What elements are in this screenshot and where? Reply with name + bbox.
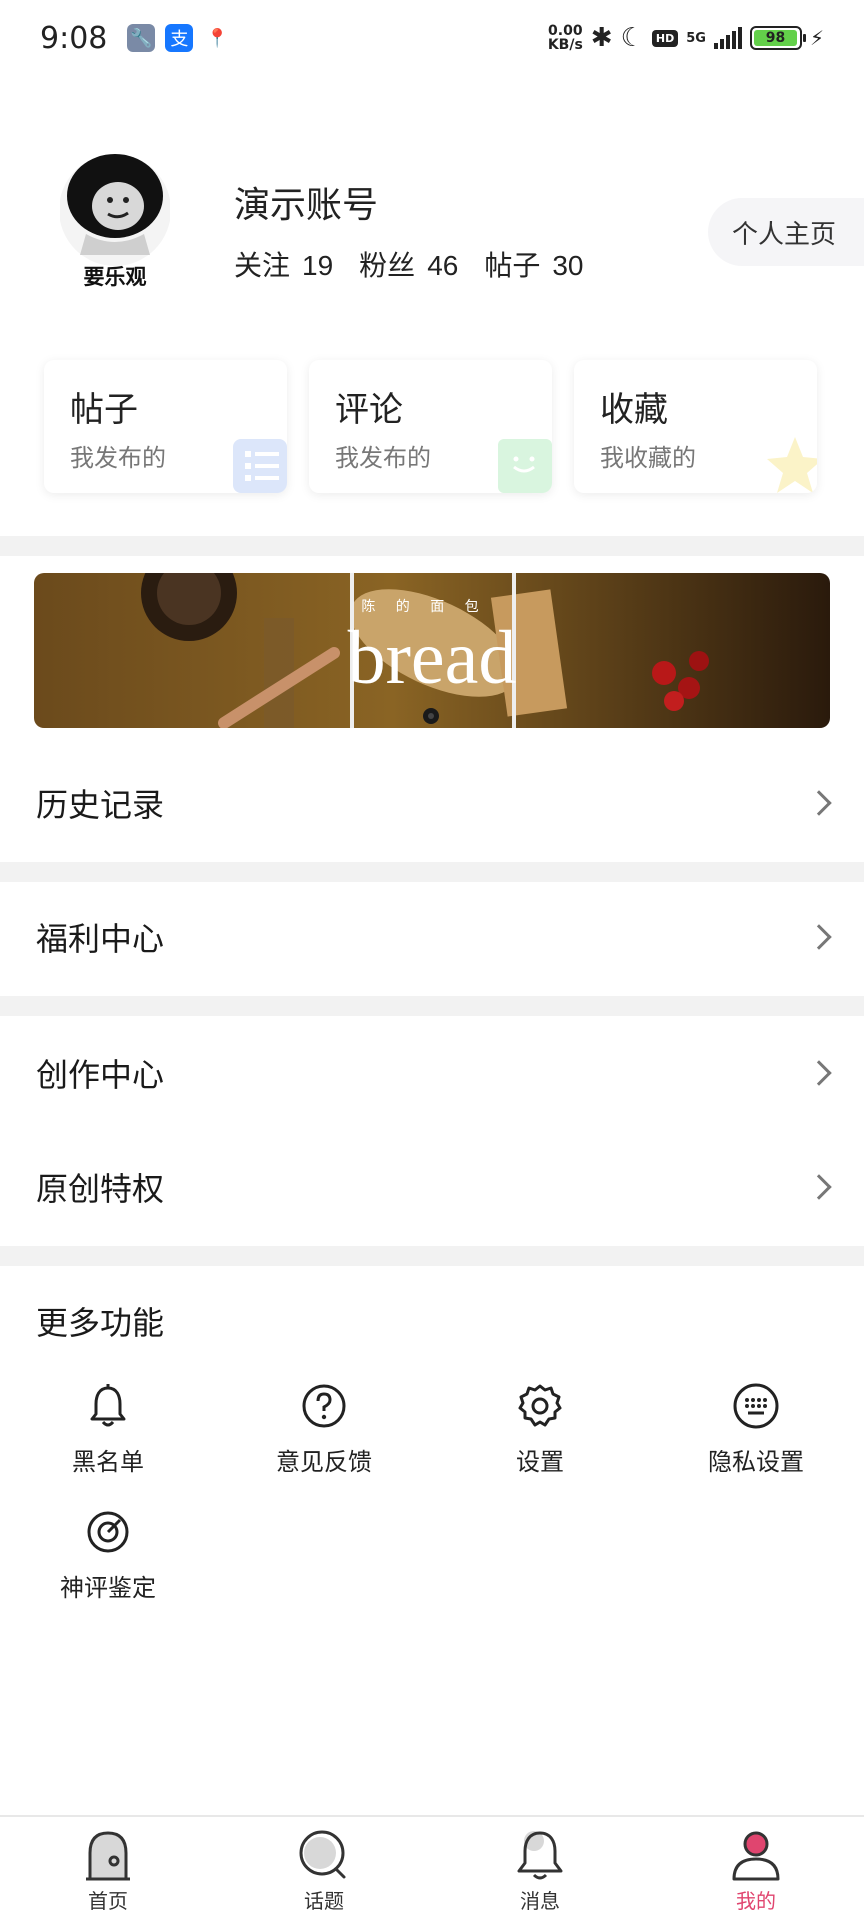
menu-original[interactable]: 原创特权 [0, 1134, 864, 1240]
more-features-title: 更多功能 [36, 1304, 165, 1342]
chevron-right-icon [806, 924, 832, 950]
quick-cards: 帖子 我发布的 评论 我发布的 收藏 我收藏的 [44, 360, 817, 493]
profile-stats: 关注 19 粉丝 46 帖子 30 [234, 244, 610, 284]
bluetooth-icon: ✱ [590, 23, 613, 53]
stat-fans[interactable]: 粉丝 46 [359, 244, 458, 284]
more-item-privacy[interactable]: 隐私设置 [666, 1382, 846, 1477]
tab-home[interactable]: 首页 [0, 1817, 216, 1920]
menu-label: 福利中心 [36, 920, 165, 958]
keyboard-icon [733, 1383, 779, 1429]
network-speed: 0.00 KB/s [547, 23, 583, 53]
target-icon [87, 1511, 129, 1553]
card-subtitle: 我发布的 [335, 444, 431, 472]
tab-label: 话题 [304, 1889, 344, 1913]
grid-label: 设置 [516, 1448, 564, 1476]
card-subtitle: 我发布的 [70, 444, 166, 472]
avatar-caption: 要乐观 [84, 265, 147, 289]
menu-label: 原创特权 [36, 1170, 165, 1208]
grid-label: 隐私设置 [708, 1448, 804, 1476]
status-bar: 9:08 🔧 支 📍 0.00 KB/s ✱ ☾ HD 5G 98 ⚡ [0, 0, 864, 76]
tab-messages[interactable]: 消息 [432, 1817, 648, 1920]
more-item-review[interactable]: 神评鉴定 [18, 1508, 198, 1603]
menu-creation[interactable]: 创作中心 [0, 1020, 864, 1126]
help-circle-icon [302, 1384, 346, 1428]
profile-home-button[interactable]: 个人主页 [708, 198, 864, 266]
bell-icon [90, 1384, 126, 1427]
tab-topics[interactable]: 话题 [216, 1817, 432, 1920]
alipay-app-icon: 支 [165, 24, 194, 52]
profile-name: 演示账号 [234, 185, 379, 226]
menu-label: 历史记录 [36, 786, 165, 824]
home-icon [86, 1831, 130, 1881]
card-subtitle: 我收藏的 [600, 444, 696, 472]
card-favorites[interactable]: 收藏 我收藏的 [574, 360, 817, 493]
more-item-feedback[interactable]: 意见反馈 [234, 1382, 414, 1477]
chevron-right-icon [806, 1060, 832, 1086]
banner-headline: bread [348, 616, 517, 700]
grid-label: 黑名单 [72, 1448, 144, 1476]
section-divider [0, 996, 864, 1016]
profile-header: 要乐观 演示账号 关注 19 粉丝 46 帖子 30 个人主页 [0, 150, 864, 320]
menu-history[interactable]: 历史记录 [0, 750, 864, 856]
map-pin-app-icon: 📍 [203, 24, 232, 52]
message-bell-icon [517, 1831, 563, 1880]
smile-icon [498, 439, 552, 493]
status-app-icons: 🔧 支 📍 [127, 24, 232, 52]
promo-banner[interactable]: 陈 的 面 包 bread [34, 573, 830, 728]
gear-icon [518, 1384, 562, 1427]
chevron-right-icon [806, 1174, 832, 1200]
tab-profile[interactable]: 我的 [648, 1817, 864, 1920]
hd-badge: HD [651, 29, 679, 47]
charging-icon: ⚡ [809, 26, 824, 50]
status-time: 9:08 [40, 20, 108, 56]
card-comments[interactable]: 评论 我发布的 [309, 360, 552, 493]
tab-label: 我的 [736, 1889, 776, 1913]
more-item-blacklist[interactable]: 黑名单 [18, 1382, 198, 1477]
network-type: 5G [686, 30, 706, 46]
section-divider [0, 1246, 864, 1266]
battery-level: 98 [753, 30, 798, 46]
card-title: 评论 [335, 390, 403, 430]
grid-label: 意见反馈 [276, 1448, 372, 1476]
avatar[interactable]: 要乐观 [60, 150, 170, 300]
tab-label: 消息 [520, 1889, 560, 1913]
section-divider [0, 536, 864, 556]
status-indicators: 0.00 KB/s ✱ ☾ HD 5G 98 ⚡ [548, 23, 824, 53]
menu-welfare[interactable]: 福利中心 [0, 884, 864, 990]
card-title: 帖子 [70, 390, 138, 430]
profile-icon [732, 1831, 780, 1881]
signal-bars-icon [713, 27, 742, 49]
grid-label: 神评鉴定 [60, 1574, 156, 1602]
menu-label: 创作中心 [36, 1056, 165, 1094]
topic-icon [299, 1830, 346, 1879]
list-icon [233, 439, 287, 493]
more-item-settings[interactable]: 设置 [450, 1382, 630, 1477]
bottom-tab-bar: 首页 话题 消息 我的 [0, 1815, 864, 1920]
card-posts[interactable]: 帖子 我发布的 [44, 360, 287, 493]
stat-posts[interactable]: 帖子 30 [484, 244, 583, 284]
battery-icon: 98 [749, 26, 806, 50]
chevron-right-icon [806, 790, 832, 816]
stat-following[interactable]: 关注 19 [234, 244, 333, 284]
section-divider [0, 862, 864, 882]
tab-label: 首页 [88, 1889, 128, 1913]
card-title: 收藏 [600, 390, 668, 430]
star-icon [767, 437, 817, 493]
banner-brand-line: 陈 的 面 包 [361, 598, 486, 615]
moon-icon: ☾ [620, 23, 644, 53]
wrench-app-icon: 🔧 [127, 24, 156, 52]
